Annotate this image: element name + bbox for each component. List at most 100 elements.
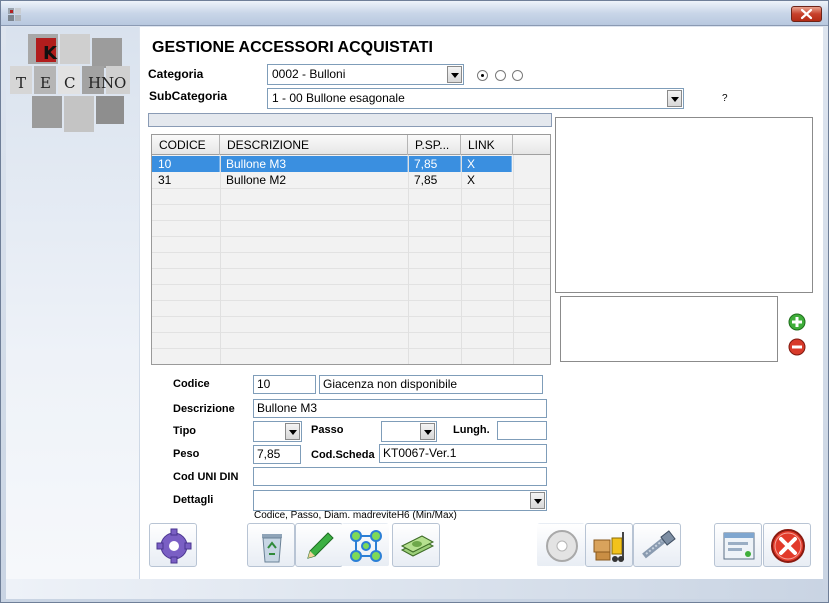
tipo-select[interactable] bbox=[253, 421, 302, 442]
cell-descrizione: Bullone M3 bbox=[220, 156, 408, 172]
cell-prezzo: 7,85 bbox=[408, 156, 461, 172]
grid-line bbox=[513, 155, 514, 364]
items-grid[interactable]: CODICE DESCRIZIONE P.SP... LINK 10 Bullo… bbox=[151, 134, 551, 365]
grid-line bbox=[152, 316, 550, 317]
recycle-bin-icon bbox=[262, 534, 282, 563]
logo-letter-o: O bbox=[114, 74, 126, 92]
radio-option-3[interactable] bbox=[512, 70, 523, 81]
grid-line bbox=[152, 268, 550, 269]
giacenza-field[interactable]: Giacenza non disponibile bbox=[319, 375, 543, 394]
table-row[interactable]: 31 Bullone M2 7,85 X bbox=[152, 172, 512, 188]
grid-line bbox=[220, 155, 221, 364]
techno-logo: K T E C H N O bbox=[10, 26, 134, 138]
passo-label: Passo bbox=[311, 424, 344, 436]
grid-line bbox=[152, 300, 550, 301]
peso-label: Peso bbox=[173, 448, 200, 460]
delete-button[interactable] bbox=[247, 523, 295, 567]
subcategoria-select[interactable]: 1 - 00 Bullone esagonale bbox=[267, 88, 684, 109]
column-header-codice[interactable]: CODICE bbox=[152, 135, 220, 155]
passo-select[interactable] bbox=[381, 421, 437, 442]
cell-link[interactable]: X bbox=[461, 172, 512, 188]
grid-line bbox=[152, 220, 550, 221]
subcategoria-label: SubCategoria bbox=[149, 89, 228, 103]
chevron-down-icon[interactable] bbox=[420, 423, 435, 440]
column-header-prezzo[interactable]: P.SP... bbox=[408, 135, 461, 155]
exit-button[interactable] bbox=[763, 523, 811, 567]
edit-button[interactable] bbox=[295, 523, 343, 567]
logo-letter-c: C bbox=[64, 74, 75, 92]
grid-line bbox=[152, 284, 550, 285]
cell-descrizione: Bullone M2 bbox=[226, 173, 287, 187]
logo-letter-h: H bbox=[88, 74, 101, 92]
forklift-icon bbox=[593, 532, 624, 562]
form-view-button[interactable] bbox=[714, 523, 762, 567]
grid-line bbox=[152, 188, 550, 189]
gear-icon bbox=[156, 528, 192, 564]
remove-icon[interactable] bbox=[786, 337, 808, 357]
logo-letter-e: E bbox=[40, 74, 51, 92]
grid-line bbox=[152, 236, 550, 237]
subcategoria-value: 1 - 00 Bullone esagonale bbox=[272, 91, 405, 105]
grid-line bbox=[152, 204, 550, 205]
money-icon bbox=[400, 535, 435, 557]
title-bar bbox=[1, 1, 828, 26]
grid-line bbox=[152, 348, 550, 349]
radio-option-1[interactable] bbox=[477, 70, 488, 81]
codscheda-field[interactable]: KT0067-Ver.1 bbox=[379, 444, 547, 463]
categoria-label: Categoria bbox=[148, 67, 204, 81]
cell-codice: 10 bbox=[152, 156, 220, 172]
chevron-down-icon[interactable] bbox=[447, 66, 462, 83]
prices-button[interactable] bbox=[392, 523, 440, 567]
chevron-down-icon[interactable] bbox=[667, 90, 682, 107]
categoria-value: 0002 - Bulloni bbox=[272, 67, 346, 81]
lungh-field[interactable] bbox=[497, 421, 547, 440]
table-row[interactable]: 10 Bullone M3 7,85 X bbox=[152, 156, 512, 172]
descrizione-label: Descrizione bbox=[173, 403, 235, 415]
dettagli-label: Dettagli bbox=[173, 494, 214, 506]
page-title: GESTIONE ACCESSORI ACQUISTATI bbox=[152, 39, 433, 56]
app-icon bbox=[7, 6, 23, 22]
tipo-label: Tipo bbox=[173, 425, 197, 437]
column-header-descrizione[interactable]: DESCRIZIONE bbox=[220, 135, 408, 155]
add-icon[interactable] bbox=[786, 312, 808, 332]
radio-option-2[interactable] bbox=[495, 70, 506, 81]
warehouse-button[interactable] bbox=[585, 523, 633, 567]
progress-bar bbox=[148, 113, 552, 127]
disc-button[interactable] bbox=[537, 523, 585, 567]
logo-letter-k: K bbox=[43, 43, 58, 64]
coduni-label: Cod UNI DIN bbox=[173, 471, 239, 483]
image-preview bbox=[555, 117, 813, 293]
codscheda-label: Cod.Scheda bbox=[311, 449, 375, 461]
coduni-field[interactable] bbox=[253, 467, 547, 486]
peso-field[interactable]: 7,85 bbox=[253, 445, 301, 464]
codice-field[interactable]: 10 bbox=[253, 375, 316, 394]
settings-button[interactable] bbox=[149, 523, 197, 567]
grid-line bbox=[152, 252, 550, 253]
app-window: K T E C H N O GESTIONE ACCESSORI ACQUIST… bbox=[0, 0, 829, 603]
hardware-button[interactable] bbox=[633, 523, 681, 567]
logo-letter-n: N bbox=[101, 74, 114, 92]
grid-line bbox=[461, 155, 462, 364]
help-marker[interactable]: ? bbox=[722, 93, 728, 104]
chevron-down-icon[interactable] bbox=[285, 423, 300, 440]
cell-codice: 31 bbox=[158, 173, 172, 187]
disc-icon bbox=[546, 530, 578, 562]
window-icon bbox=[723, 532, 755, 560]
column-header-link[interactable]: LINK bbox=[461, 135, 513, 155]
cell-prezzo: 7,85 bbox=[414, 173, 438, 187]
dettagli-hint: Codice, Passo, Diam. madreviteH6 (Min/Ma… bbox=[254, 510, 457, 521]
exit-icon bbox=[771, 529, 805, 563]
grid-line bbox=[408, 155, 409, 364]
bolt-icon bbox=[642, 530, 676, 559]
grid-header: CODICE DESCRIZIONE P.SP... LINK bbox=[152, 135, 550, 155]
descrizione-field[interactable]: Bullone M3 bbox=[253, 399, 547, 418]
cell-link[interactable]: X bbox=[461, 156, 512, 172]
categoria-select[interactable]: 0002 - Bulloni bbox=[267, 64, 464, 85]
dettagli-select[interactable] bbox=[253, 490, 547, 511]
structure-button[interactable] bbox=[341, 523, 389, 567]
close-window-button[interactable] bbox=[791, 6, 822, 22]
attachments-box[interactable] bbox=[560, 296, 778, 362]
lungh-label: Lungh. bbox=[453, 424, 490, 436]
chevron-down-icon[interactable] bbox=[530, 492, 545, 509]
pencil-icon bbox=[307, 532, 334, 559]
